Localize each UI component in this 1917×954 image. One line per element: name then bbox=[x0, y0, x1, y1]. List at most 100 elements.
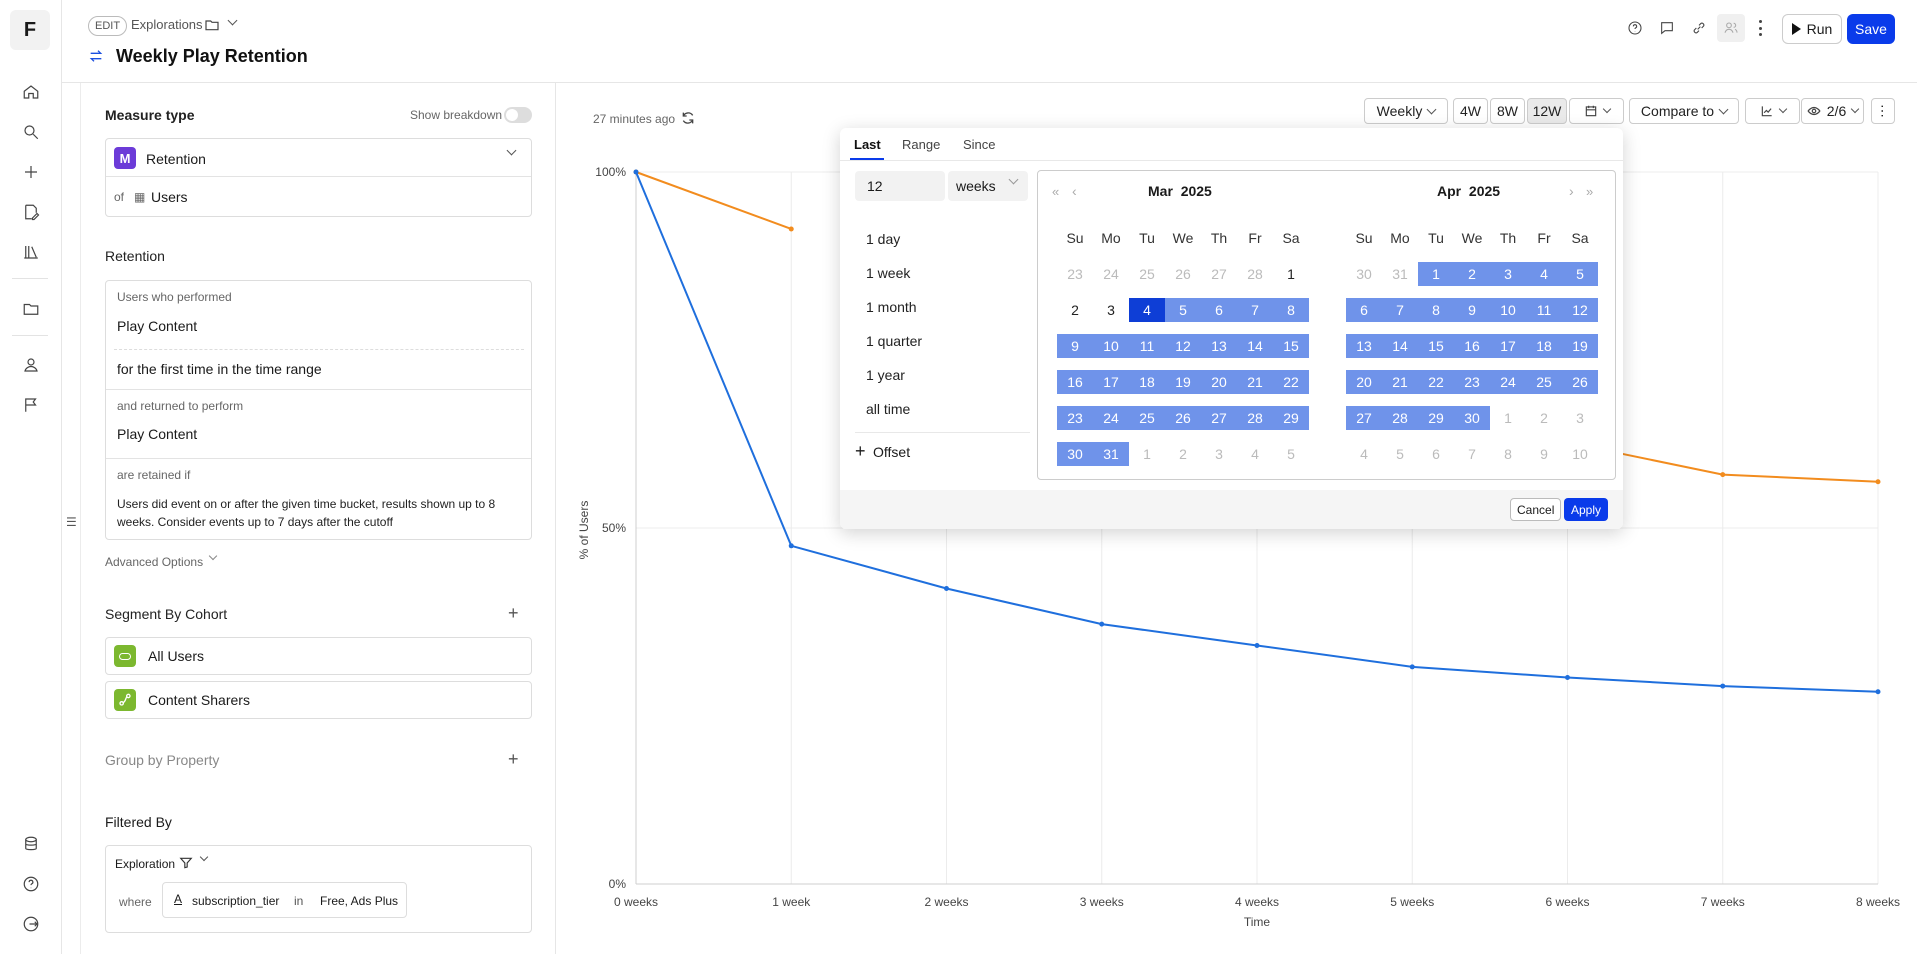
calendar-day[interactable]: 3 bbox=[1490, 262, 1526, 286]
list-icon[interactable]: ☰ bbox=[66, 515, 77, 529]
calendar-day[interactable]: 4 bbox=[1526, 262, 1562, 286]
calendar-day[interactable]: 24 bbox=[1093, 406, 1129, 430]
calendar-day[interactable]: 25 bbox=[1129, 262, 1165, 286]
refresh-icon[interactable] bbox=[680, 110, 696, 129]
calendar-day[interactable]: 27 bbox=[1201, 406, 1237, 430]
calendar-day[interactable]: 11 bbox=[1526, 298, 1562, 322]
more-icon[interactable] bbox=[1755, 20, 1765, 36]
plus-icon[interactable]: + bbox=[855, 441, 866, 462]
calendar-day[interactable]: 23 bbox=[1454, 370, 1490, 394]
database-icon[interactable] bbox=[19, 832, 43, 856]
advanced-options[interactable]: Advanced Options bbox=[105, 555, 203, 569]
calendar-day[interactable]: 3 bbox=[1562, 406, 1598, 430]
calendar-day[interactable]: 27 bbox=[1201, 262, 1237, 286]
calendar-day[interactable]: 19 bbox=[1165, 370, 1201, 394]
calendar-day[interactable]: 29 bbox=[1418, 406, 1454, 430]
home-icon[interactable] bbox=[19, 80, 43, 104]
calendar-day[interactable]: 2 bbox=[1057, 298, 1093, 322]
calendar-day[interactable]: 15 bbox=[1273, 334, 1309, 358]
granularity-select[interactable]: Weekly bbox=[1364, 98, 1448, 124]
range-12w-button[interactable]: 12W bbox=[1527, 98, 1567, 124]
calendar-day[interactable]: 5 bbox=[1382, 442, 1418, 466]
calendar-day[interactable]: 24 bbox=[1093, 262, 1129, 286]
prev-month-icon[interactable]: ‹ bbox=[1072, 183, 1077, 199]
next-month-icon[interactable]: › bbox=[1569, 183, 1574, 199]
calendar-day[interactable]: 26 bbox=[1562, 370, 1598, 394]
calendar-day[interactable]: 11 bbox=[1129, 334, 1165, 358]
tab-since[interactable]: Since bbox=[963, 137, 996, 152]
calendar-day[interactable]: 1 bbox=[1418, 262, 1454, 286]
option-1-month[interactable]: 1 month bbox=[866, 299, 917, 315]
swap-icon[interactable] bbox=[88, 48, 104, 67]
calendar-day[interactable]: 7 bbox=[1382, 298, 1418, 322]
folder-icon[interactable] bbox=[19, 297, 43, 321]
calendar-day[interactable]: 3 bbox=[1093, 298, 1129, 322]
measure-select[interactable]: Retention bbox=[146, 151, 206, 167]
calendar-day[interactable]: 20 bbox=[1201, 370, 1237, 394]
user-icon[interactable] bbox=[19, 353, 43, 377]
calendar-day[interactable]: 7 bbox=[1454, 442, 1490, 466]
logout-icon[interactable] bbox=[19, 912, 43, 936]
calendar-day[interactable]: 30 bbox=[1454, 406, 1490, 430]
calendar-day[interactable]: 5 bbox=[1273, 442, 1309, 466]
compare-to-select[interactable]: Compare to bbox=[1629, 98, 1739, 124]
calendar-day[interactable]: 16 bbox=[1057, 370, 1093, 394]
apply-button[interactable]: Apply bbox=[1564, 498, 1609, 521]
first-event-select[interactable]: Play Content bbox=[117, 318, 197, 334]
calendar-day[interactable]: 22 bbox=[1418, 370, 1454, 394]
add-group-icon[interactable]: + bbox=[508, 749, 519, 770]
calendar-day[interactable]: 9 bbox=[1057, 334, 1093, 358]
unit-select[interactable]: weeks bbox=[948, 171, 1028, 201]
breadcrumb[interactable]: Explorations bbox=[131, 17, 203, 32]
tab-range[interactable]: Range bbox=[902, 137, 940, 152]
calendar-day[interactable]: 27 bbox=[1346, 406, 1382, 430]
calendar-day[interactable]: 14 bbox=[1382, 334, 1418, 358]
calendar-day[interactable]: 1 bbox=[1490, 406, 1526, 430]
calendar-day[interactable]: 6 bbox=[1201, 298, 1237, 322]
chart-more-button[interactable]: ⋯ bbox=[1871, 98, 1895, 124]
calendar-day[interactable]: 26 bbox=[1165, 406, 1201, 430]
calendar-day[interactable]: 12 bbox=[1562, 298, 1598, 322]
calendar-day[interactable]: 21 bbox=[1382, 370, 1418, 394]
calendar-day[interactable]: 8 bbox=[1490, 442, 1526, 466]
range-8w-button[interactable]: 8W bbox=[1490, 98, 1525, 124]
calendar-day[interactable]: 8 bbox=[1418, 298, 1454, 322]
calendar-day[interactable]: 21 bbox=[1237, 370, 1273, 394]
calendar-day[interactable]: 13 bbox=[1201, 334, 1237, 358]
chevron-down-icon[interactable] bbox=[1008, 174, 1019, 185]
calendar-day[interactable]: 3 bbox=[1201, 442, 1237, 466]
calendar-day[interactable]: 23 bbox=[1057, 406, 1093, 430]
calendar-day[interactable]: 14 bbox=[1237, 334, 1273, 358]
calendar-day[interactable]: 26 bbox=[1165, 262, 1201, 286]
chevron-down-icon[interactable] bbox=[199, 852, 209, 862]
help-icon[interactable] bbox=[19, 872, 43, 896]
group-by-title[interactable]: Group by Property bbox=[105, 752, 219, 768]
calendar-day[interactable]: 28 bbox=[1237, 262, 1273, 286]
option-1-week[interactable]: 1 week bbox=[866, 265, 910, 281]
calendar-day[interactable]: 1 bbox=[1129, 442, 1165, 466]
chart-type-select[interactable] bbox=[1745, 98, 1800, 124]
calendar-day[interactable]: 25 bbox=[1526, 370, 1562, 394]
calendar-day[interactable]: 10 bbox=[1562, 442, 1598, 466]
return-event-select[interactable]: Play Content bbox=[117, 426, 197, 442]
library-icon[interactable] bbox=[19, 240, 43, 264]
calendar-day[interactable]: 5 bbox=[1562, 262, 1598, 286]
calendar-day[interactable]: 19 bbox=[1562, 334, 1598, 358]
calendar-day[interactable]: 1 bbox=[1273, 262, 1309, 286]
search-icon[interactable] bbox=[19, 120, 43, 144]
option-1-day[interactable]: 1 day bbox=[866, 231, 900, 247]
next-year-icon[interactable]: » bbox=[1586, 184, 1593, 199]
calendar-day[interactable]: 18 bbox=[1526, 334, 1562, 358]
flag-icon[interactable] bbox=[19, 393, 43, 417]
visible-series-select[interactable]: 2/6 bbox=[1801, 98, 1864, 124]
comment-icon[interactable] bbox=[1659, 20, 1675, 39]
edit-doc-icon[interactable] bbox=[19, 200, 43, 224]
option-all-time[interactable]: all time bbox=[866, 401, 910, 417]
show-breakdown-toggle[interactable] bbox=[504, 107, 532, 123]
filter-icon[interactable] bbox=[179, 856, 193, 873]
chevron-down-icon[interactable] bbox=[208, 551, 218, 561]
option-1-quarter[interactable]: 1 quarter bbox=[866, 333, 922, 349]
calendar-day[interactable]: 31 bbox=[1382, 262, 1418, 286]
calendar-day[interactable]: 7 bbox=[1237, 298, 1273, 322]
calendar-day[interactable]: 23 bbox=[1057, 262, 1093, 286]
